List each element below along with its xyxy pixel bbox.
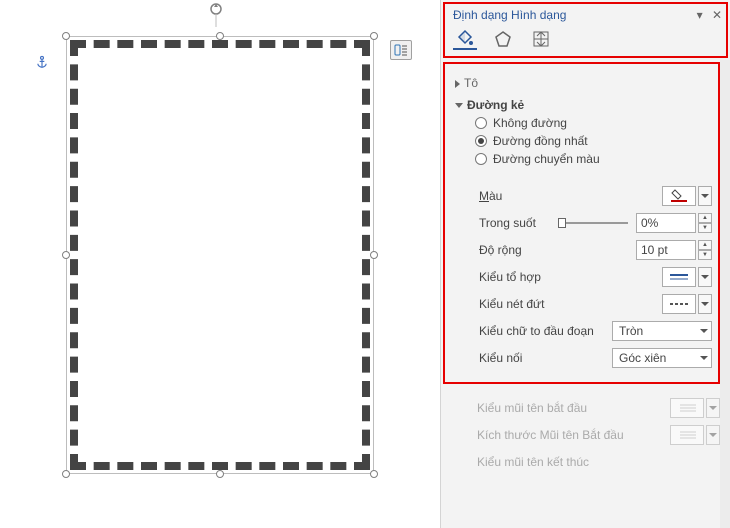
transparency-input[interactable]: 0% [636, 213, 696, 233]
panel-close-button[interactable]: ✕ [712, 8, 722, 22]
radio-no-line[interactable]: Không đường [475, 116, 712, 130]
compound-row: Kiểu tổ hợp [479, 266, 712, 288]
arrow-begin-size-row: Kích thước Mũi tên Bắt đầu [477, 424, 720, 446]
color-row: Màu [479, 185, 712, 207]
resize-handle[interactable] [62, 470, 70, 478]
cap-type-dropdown[interactable]: Tròn [612, 321, 712, 341]
line-section-header[interactable]: Đường kẻ [455, 98, 712, 112]
resize-handle[interactable] [370, 470, 378, 478]
panel-menu-button[interactable]: ▾ [697, 8, 703, 22]
line-section: Tô Đường kẻ Không đường Đường đồng nhất … [443, 62, 720, 384]
effects-tab[interactable] [491, 28, 515, 50]
resize-handle[interactable] [216, 32, 224, 40]
resize-handle[interactable] [370, 251, 378, 259]
transparency-slider[interactable] [558, 222, 628, 224]
resize-handle[interactable] [62, 251, 70, 259]
resize-handle[interactable] [62, 32, 70, 40]
cap-row: Kiểu chữ to đầu đoạn Tròn [479, 320, 712, 342]
join-row: Kiểu nối Góc xiên [479, 347, 712, 369]
spin-up[interactable]: ▲ [698, 213, 712, 223]
color-dropdown[interactable] [698, 186, 712, 206]
arrow-begin-btn [706, 398, 720, 418]
spin-down[interactable]: ▼ [698, 223, 712, 233]
arrow-end-row: Kiểu mũi tên kết thúc [477, 451, 720, 473]
resize-handle[interactable] [216, 470, 224, 478]
arrow-begin-dropdown [670, 398, 704, 418]
radio-solid-line[interactable]: Đường đồng nhất [475, 134, 712, 148]
panel-tabs [453, 28, 722, 50]
panel-header: Định dạng Hình dạng ▾ ✕ [443, 2, 728, 58]
panel-title: Định dạng Hình dạng [453, 8, 566, 22]
rotate-handle-icon[interactable] [207, 3, 225, 30]
width-row: Độ rộng 10 pt ▲▼ [479, 239, 712, 261]
join-type-dropdown[interactable]: Góc xiên [612, 348, 712, 368]
dash-type-dropdown[interactable] [662, 294, 696, 314]
dash-dropdown-btn[interactable] [698, 294, 712, 314]
document-canvas[interactable] [0, 0, 440, 528]
radio-gradient-line[interactable]: Đường chuyển màu [475, 152, 712, 166]
dashed-rectangle [70, 40, 370, 470]
fill-section-header[interactable]: Tô [455, 76, 712, 90]
format-shape-panel: Định dạng Hình dạng ▾ ✕ Tô Đườn [440, 0, 730, 528]
arrow-begin-size-btn [706, 425, 720, 445]
spin-up[interactable]: ▲ [698, 240, 712, 250]
color-picker[interactable] [662, 186, 696, 206]
fill-line-tab[interactable] [453, 28, 477, 50]
anchor-icon [35, 55, 49, 72]
size-properties-tab[interactable] [529, 28, 553, 50]
arrow-begin-row: Kiểu mũi tên bắt đầu [477, 397, 720, 419]
scrollbar[interactable] [720, 60, 730, 528]
compound-type-dropdown[interactable] [662, 267, 696, 287]
transparency-row: Trong suốt 0% ▲▼ [479, 212, 712, 234]
spin-down[interactable]: ▼ [698, 250, 712, 260]
dash-row: Kiểu nét đứt [479, 293, 712, 315]
width-input[interactable]: 10 pt [636, 240, 696, 260]
resize-handle[interactable] [370, 32, 378, 40]
compound-dropdown-btn[interactable] [698, 267, 712, 287]
selected-shape[interactable] [60, 30, 380, 480]
layout-options-button[interactable] [390, 40, 412, 60]
arrow-begin-size-dropdown [670, 425, 704, 445]
